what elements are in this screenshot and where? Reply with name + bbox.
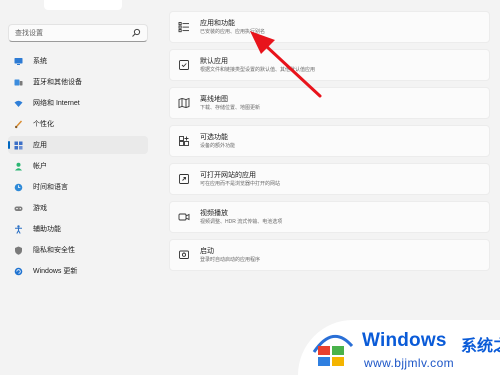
bluetooth-devices-icon — [14, 78, 23, 87]
apps-settings-list: 应用和功能 已安装的应用、应用执行别名 默认应用 根据文件和链接类型设置的默认值… — [169, 11, 490, 277]
startup-icon — [178, 249, 190, 261]
offline-maps-card[interactable]: 离线地图 下载、存储位置、地图更新 — [169, 87, 490, 119]
card-description: 已安装的应用、应用执行别名 — [200, 28, 266, 35]
sidebar-item-label: 帐户 — [33, 163, 47, 170]
sidebar-item-label: Windows 更新 — [33, 268, 78, 275]
sidebar-item-label: 游戏 — [33, 205, 47, 212]
apps-for-websites-card[interactable]: 可打开网站的应用 可在应用而不是浏览器中打开的网站 — [169, 163, 490, 195]
gamepad-icon — [14, 204, 23, 213]
card-title: 应用和功能 — [200, 19, 235, 27]
windows-logo-icon — [312, 335, 354, 366]
video-icon — [178, 211, 190, 223]
sidebar-item-label: 系统 — [33, 58, 47, 65]
sidebar-item-accessibility[interactable]: 辅助功能 — [8, 220, 148, 238]
sidebar-item-bluetooth[interactable]: 蓝牙和其他设备 — [8, 73, 148, 91]
sidebar-nav: 系统 蓝牙和其他设备 网络和 Internet 个性化 应用 帐户 时间和语言 … — [8, 52, 148, 283]
card-title: 启动 — [200, 247, 214, 255]
map-icon — [178, 97, 190, 109]
update-icon — [14, 267, 23, 276]
wifi-icon — [14, 99, 23, 108]
sidebar-item-time-language[interactable]: 时间和语言 — [8, 178, 148, 196]
monitor-icon — [14, 57, 23, 66]
search-box[interactable]: 查找设置 — [8, 24, 148, 42]
card-description: 视频调整、HDR 流式传输、电池选项 — [200, 218, 283, 225]
default-apps-card[interactable]: 默认应用 根据文件和链接类型设置的默认值、其他默认值应用 — [169, 49, 490, 81]
watermark-url: www.bjjmlv.com — [364, 356, 455, 370]
search-icon[interactable] — [131, 28, 141, 38]
card-title: 视频播放 — [200, 209, 228, 217]
accessibility-icon — [14, 224, 23, 234]
sidebar-item-privacy[interactable]: 隐私和安全性 — [8, 241, 148, 259]
startup-card[interactable]: 启动 登录时自动启动的应用程序 — [169, 239, 490, 271]
card-description: 可在应用而不是浏览器中打开的网站 — [200, 180, 281, 187]
card-description: 下载、存储位置、地图更新 — [200, 104, 261, 111]
sidebar-item-label: 个性化 — [33, 121, 54, 128]
sidebar-item-label: 隐私和安全性 — [33, 247, 75, 254]
card-title: 离线地图 — [200, 95, 228, 103]
search-input[interactable]: 查找设置 — [15, 28, 131, 38]
sidebar-item-windows-update[interactable]: Windows 更新 — [8, 262, 148, 280]
card-description: 设备的额外功能 — [200, 142, 236, 149]
sidebar-item-label: 蓝牙和其他设备 — [33, 79, 82, 86]
card-title: 可选功能 — [200, 133, 228, 141]
apps-and-features-card[interactable]: 应用和功能 已安装的应用、应用执行别名 — [169, 11, 490, 43]
watermark-brand: Windows — [362, 330, 447, 351]
card-title: 可打开网站的应用 — [200, 171, 256, 179]
website-apps-icon — [178, 173, 190, 185]
account-card[interactable] — [44, 0, 122, 10]
sidebar-item-personalization[interactable]: 个性化 — [8, 115, 148, 133]
sidebar-item-gaming[interactable]: 游戏 — [8, 199, 148, 217]
optional-features-card[interactable]: 可选功能 设备的额外功能 — [169, 125, 490, 157]
sidebar-item-label: 应用 — [33, 142, 47, 149]
video-playback-card[interactable]: 视频播放 视频调整、HDR 流式传输、电池选项 — [169, 201, 490, 233]
apps-list-icon — [178, 21, 190, 33]
watermark: Windows 系统之家 www.bjjmlv.com — [298, 320, 500, 375]
sidebar-item-label: 时间和语言 — [33, 184, 68, 191]
sidebar-item-apps[interactable]: 应用 — [8, 136, 148, 154]
globe-clock-icon — [14, 183, 23, 192]
sidebar-item-accounts[interactable]: 帐户 — [8, 157, 148, 175]
person-icon — [14, 162, 23, 171]
apps-icon — [14, 141, 23, 150]
sidebar-item-label: 辅助功能 — [33, 226, 61, 233]
watermark-brand-cn: 系统之家 — [461, 338, 500, 355]
sidebar-item-label: 网络和 Internet — [33, 100, 80, 107]
brush-icon — [14, 120, 23, 129]
optional-features-icon — [178, 135, 190, 147]
default-apps-icon — [178, 59, 190, 71]
card-description: 根据文件和链接类型设置的默认值、其他默认值应用 — [200, 66, 316, 73]
shield-icon — [14, 246, 23, 255]
sidebar-item-system[interactable]: 系统 — [8, 52, 148, 70]
card-description: 登录时自动启动的应用程序 — [200, 256, 261, 263]
sidebar-item-network[interactable]: 网络和 Internet — [8, 94, 148, 112]
card-title: 默认应用 — [200, 57, 228, 65]
